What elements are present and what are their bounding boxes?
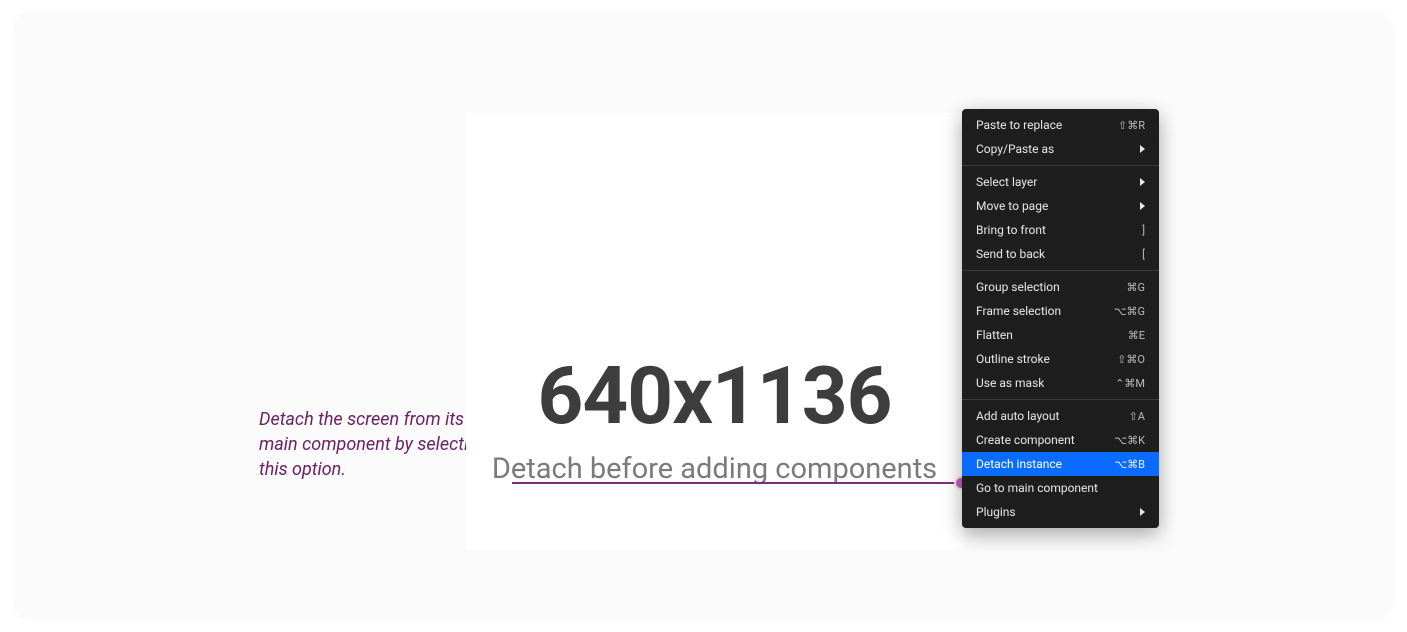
menu-item-shortcut: ] (1142, 224, 1145, 237)
menu-item-shortcut: ⇧⌘O (1117, 353, 1145, 366)
menu-item-label: Copy/Paste as (976, 142, 1132, 156)
menu-item-group-selection[interactable]: Group selection ⌘G (962, 275, 1159, 299)
chevron-right-icon (1140, 145, 1145, 153)
menu-item-detach-instance[interactable]: Detach instance ⌥⌘B (962, 452, 1159, 476)
menu-item-outline-stroke[interactable]: Outline stroke ⇧⌘O (962, 347, 1159, 371)
menu-item-shortcut: ⌘G (1127, 281, 1146, 294)
menu-item-bring-to-front[interactable]: Bring to front] (962, 218, 1159, 242)
menu-item-label: Frame selection (976, 304, 1106, 318)
menu-item-label: Paste to replace (976, 118, 1110, 132)
chevron-right-icon (1140, 202, 1145, 210)
menu-separator (962, 270, 1159, 271)
canvas-dimension-text: 640x1136 (538, 349, 892, 443)
menu-item-label: Plugins (976, 505, 1132, 519)
menu-item-frame-selection[interactable]: Frame selection ⌥⌘G (962, 299, 1159, 323)
menu-item-label: Outline stroke (976, 352, 1109, 366)
menu-item-add-auto-layout[interactable]: Add auto layout ⇧A (962, 404, 1159, 428)
annotation-line (512, 482, 957, 484)
menu-item-paste-to-replace[interactable]: Paste to replace ⇧⌘R (962, 113, 1159, 137)
menu-item-shortcut: ⌥⌘G (1114, 305, 1145, 318)
annotation-text: Detach the screen from its main componen… (259, 407, 493, 483)
menu-item-label: Flatten (976, 328, 1120, 342)
menu-item-select-layer[interactable]: Select layer (962, 170, 1159, 194)
menu-item-move-to-page[interactable]: Move to page (962, 194, 1159, 218)
chevron-right-icon (1140, 508, 1145, 516)
menu-item-copy-paste-as[interactable]: Copy/Paste as (962, 137, 1159, 161)
menu-item-label: Group selection (976, 280, 1119, 294)
menu-separator (962, 399, 1159, 400)
menu-item-label: Add auto layout (976, 409, 1121, 423)
menu-item-shortcut: ⌥⌘B (1114, 458, 1145, 471)
menu-item-label: Move to page (976, 199, 1132, 213)
menu-item-label: Use as mask (976, 376, 1107, 390)
menu-item-label: Send to back (976, 247, 1134, 261)
menu-item-label: Bring to front (976, 223, 1134, 237)
menu-item-shortcut: ⌃⌘M (1115, 377, 1145, 390)
menu-item-use-as-mask[interactable]: Use as mask ⌃⌘M (962, 371, 1159, 395)
menu-item-label: Go to main component (976, 481, 1145, 495)
menu-item-go-to-main-component[interactable]: Go to main component (962, 476, 1159, 500)
menu-separator (962, 165, 1159, 166)
menu-item-shortcut: ⌥⌘K (1114, 434, 1145, 447)
menu-item-create-component[interactable]: Create component ⌥⌘K (962, 428, 1159, 452)
menu-item-label: Create component (976, 433, 1106, 447)
menu-item-shortcut: [ (1142, 248, 1145, 261)
menu-item-plugins[interactable]: Plugins (962, 500, 1159, 524)
menu-item-shortcut: ⌘E (1128, 329, 1145, 342)
menu-item-send-to-back[interactable]: Send to back [ (962, 242, 1159, 266)
menu-item-label: Detach instance (976, 457, 1106, 471)
chevron-right-icon (1140, 178, 1145, 186)
menu-item-flatten[interactable]: Flatten ⌘E (962, 323, 1159, 347)
menu-item-shortcut: ⇧⌘R (1118, 119, 1145, 132)
canvas-subtitle: Detach before adding components (492, 452, 937, 486)
menu-item-label: Select layer (976, 175, 1132, 189)
context-menu: Paste to replace ⇧⌘R Copy/Paste as Select l… (962, 109, 1159, 528)
canvas-frame: 640x1136 Detach before adding components (466, 113, 963, 550)
menu-item-shortcut: ⇧A (1129, 410, 1145, 423)
page-card: Detach the screen from its main componen… (12, 11, 1395, 621)
